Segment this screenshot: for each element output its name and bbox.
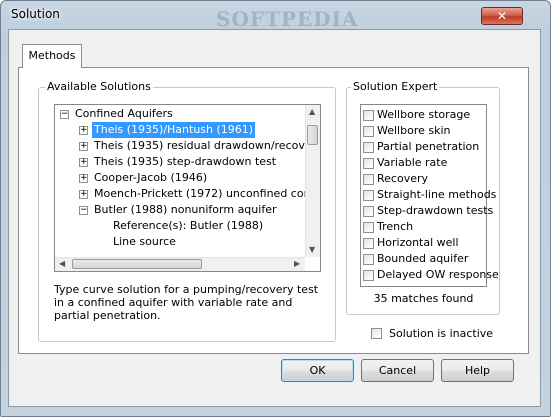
window-title: Solution <box>11 7 60 21</box>
tree-item-label: Theis (1935)/Hantush (1961) <box>92 122 256 138</box>
tree-item-label: Theis (1935) step-drawdown test <box>94 155 277 168</box>
solution-inactive-checkbox[interactable] <box>371 328 382 339</box>
tree-item-label: Moench-Prickett (1972) unconfined conver… <box>94 187 321 200</box>
help-button[interactable]: Help <box>441 359 514 382</box>
scroll-up-arrow-icon[interactable]: ▲ <box>309 107 315 116</box>
matches-count: 35 matches found <box>373 292 474 305</box>
solution-inactive-label: Solution is inactive <box>389 327 494 340</box>
close-button[interactable]: ✕ <box>481 7 523 25</box>
title-bar[interactable]: Solution SOFTPEDIA ✕ <box>1 1 550 31</box>
solutions-tree[interactable]: − Confined Aquifers + Theis (1935)/Hantu… <box>54 104 321 272</box>
solution-description: Type curve solution for a pumping/recove… <box>54 283 319 322</box>
ok-button[interactable]: OK <box>281 359 354 382</box>
vertical-scroll-thumb[interactable] <box>307 125 318 145</box>
close-icon: ✕ <box>496 9 508 23</box>
checkbox[interactable] <box>363 254 374 265</box>
expand-icon[interactable]: + <box>79 126 88 135</box>
checkbox[interactable] <box>363 126 374 137</box>
checkbox[interactable] <box>363 270 374 281</box>
expand-icon[interactable]: + <box>79 158 88 167</box>
tree-item-label: Theis (1935) residual drawdown/recovery <box>94 139 321 152</box>
checkbox[interactable] <box>363 174 374 185</box>
checkbox[interactable] <box>363 142 374 153</box>
tree-item-label: Reference(s): Butler (1988) <box>113 219 264 232</box>
solution-expert-list: Wellbore storage Wellbore skin Partial p… <box>360 104 499 287</box>
cancel-button[interactable]: Cancel <box>361 359 434 382</box>
tree-item-line-source[interactable]: Line source <box>111 234 178 250</box>
tree-item-label: Butler (1988) nonuniform aquifer <box>94 203 277 216</box>
softpedia-watermark: SOFTPEDIA <box>216 7 359 31</box>
checkbox[interactable] <box>363 158 374 169</box>
scroll-down-arrow-icon[interactable]: ▼ <box>309 245 315 254</box>
tree-item-butler-reference[interactable]: Reference(s): Butler (1988) <box>111 218 265 234</box>
checkbox[interactable] <box>363 190 374 201</box>
horizontal-scroll-thumb[interactable] <box>72 259 202 269</box>
collapse-icon[interactable]: − <box>79 206 88 215</box>
collapse-icon[interactable]: − <box>60 110 69 119</box>
expand-icon[interactable]: + <box>79 142 88 151</box>
tree-item-label: Line source <box>113 235 176 248</box>
tree-item-label: Confined Aquifers <box>75 107 173 120</box>
expand-icon[interactable]: + <box>79 190 88 199</box>
scroll-left-arrow-icon[interactable]: ◀ <box>59 259 65 268</box>
checkbox[interactable] <box>363 206 374 217</box>
checkbox[interactable] <box>363 238 374 249</box>
tree-item-label: Cooper-Jacob (1946) <box>94 171 208 184</box>
scroll-right-arrow-icon[interactable]: ▶ <box>294 259 300 268</box>
expand-icon[interactable]: + <box>79 174 88 183</box>
solution-expert-label: Solution Expert <box>351 80 440 93</box>
checkbox[interactable] <box>363 222 374 233</box>
available-solutions-label: Available Solutions <box>45 80 153 93</box>
tab-methods[interactable]: Methods <box>22 44 82 68</box>
checkbox[interactable] <box>363 110 374 121</box>
